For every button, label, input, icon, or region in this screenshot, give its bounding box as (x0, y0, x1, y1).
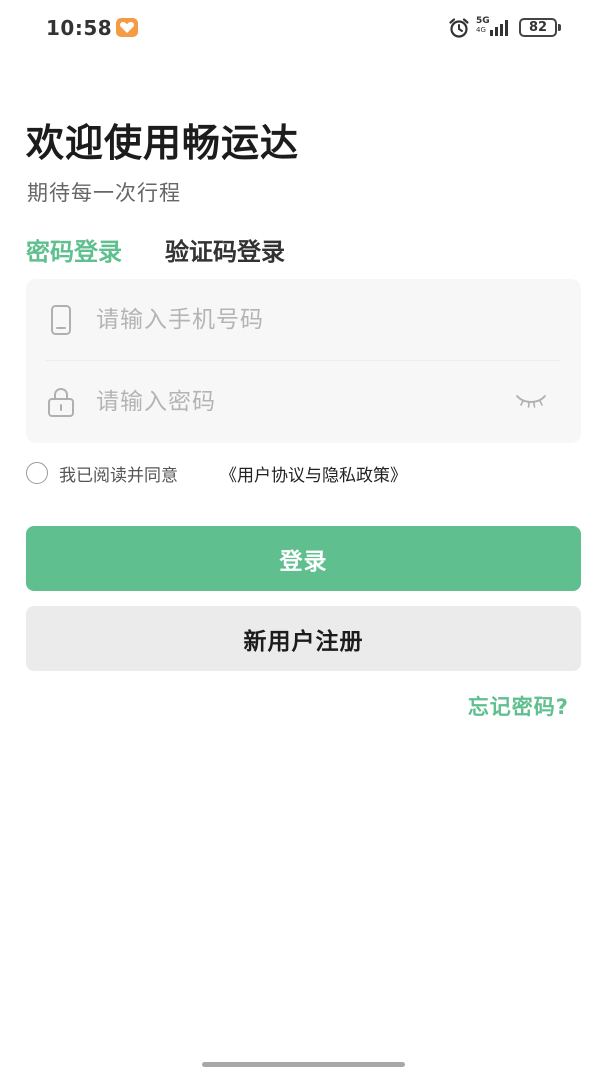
alarm-icon (448, 17, 470, 43)
password-field (26, 361, 581, 443)
login-button[interactable]: 登录 (26, 526, 581, 591)
lock-icon (44, 385, 78, 419)
login-screen: 10:58 5G 4G 82 欢迎使用畅运达 期待每一次行程 密码登录 验证码登… (0, 0, 607, 1080)
agreement-checkbox[interactable] (26, 462, 48, 484)
phone-field (26, 279, 581, 361)
tab-password-login[interactable]: 密码登录 (26, 232, 122, 267)
status-time: 10:58 (46, 16, 113, 40)
register-button[interactable]: 新用户注册 (26, 606, 581, 671)
agreement-link[interactable]: 《用户协议与隐私政策》 (220, 461, 407, 486)
signal-icon: 5G 4G (476, 16, 516, 38)
login-form (26, 279, 581, 443)
network-type: 5G (476, 16, 490, 26)
page-title: 欢迎使用畅运达 (26, 121, 300, 165)
status-bar: 10:58 5G 4G 82 (0, 0, 607, 56)
agreement-text: 我已阅读并同意 (59, 466, 178, 486)
phone-icon (44, 303, 78, 337)
tab-code-login[interactable]: 验证码登录 (165, 232, 285, 267)
forgot-password-link[interactable]: 忘记密码? (468, 691, 569, 721)
battery-level: 82 (528, 20, 548, 35)
page-subtitle: 期待每一次行程 (27, 181, 181, 205)
app-notification-icon (116, 18, 138, 37)
home-indicator[interactable] (202, 1062, 405, 1067)
battery-icon: 82 (519, 18, 557, 37)
password-input[interactable] (96, 381, 496, 423)
eye-closed-icon[interactable] (514, 389, 548, 413)
network-subtype: 4G (476, 26, 486, 34)
battery-cap (558, 24, 561, 31)
phone-input[interactable] (96, 299, 496, 341)
